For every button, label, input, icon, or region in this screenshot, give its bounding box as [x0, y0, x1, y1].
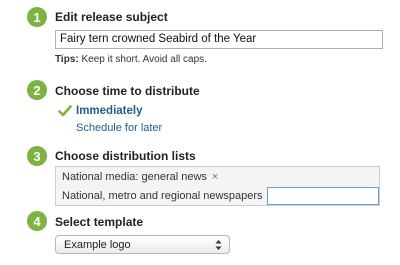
step-number-badge: 2 — [27, 80, 47, 100]
step-title: Select template — [55, 215, 144, 229]
step-title: Choose time to distribute — [55, 84, 200, 98]
list-token-label: National, metro and regional newspapers — [62, 190, 263, 202]
distribution-lists-field[interactable]: National media: general news × National, … — [55, 166, 380, 206]
step-number-badge: 3 — [27, 146, 47, 166]
check-icon — [58, 105, 72, 117]
subject-input[interactable]: Fairy tern crowned Seabird of the Year — [55, 30, 383, 49]
close-icon[interactable]: × — [212, 171, 218, 183]
list-token: National, metro and regional newspapers× — [60, 188, 276, 204]
option-immediately-label: Immediately — [76, 105, 143, 117]
option-schedule-later[interactable]: Schedule for later — [76, 122, 162, 134]
tips-label: Tips: — [55, 54, 79, 65]
step-number-badge: 1 — [27, 7, 47, 27]
tips-text: Tips: Keep it short. Avoid all caps. — [55, 54, 207, 65]
select-arrows-icon — [215, 240, 222, 250]
list-token-label: National media: general news — [62, 171, 207, 183]
template-select-value: Example logo — [64, 239, 131, 251]
template-select[interactable]: Example logo — [55, 235, 230, 254]
tips-body: Keep it short. Avoid all caps. — [78, 54, 207, 65]
add-list-input[interactable] — [267, 187, 379, 205]
step-title: Edit release subject — [55, 10, 168, 24]
step-title: Choose distribution lists — [55, 149, 196, 163]
list-token: National media: general news × — [60, 169, 220, 185]
step-number-badge: 4 — [27, 211, 47, 231]
